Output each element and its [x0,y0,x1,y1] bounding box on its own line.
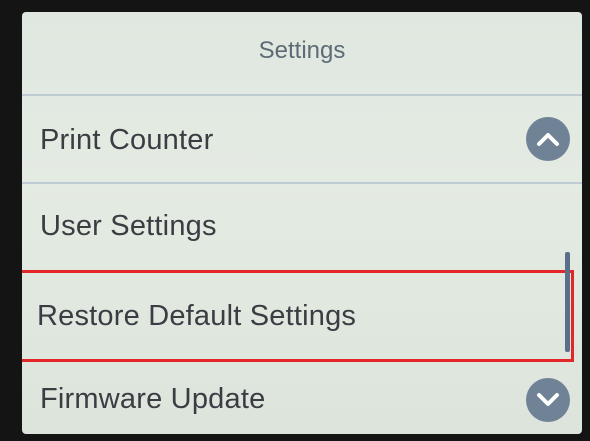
page-title: Settings [258,37,346,64]
menu-item-restore-default-settings[interactable]: Restore Default Settings [22,270,574,362]
menu-item-print-counter[interactable]: Print Counter [22,98,558,182]
menu-item-label: User Settings [40,209,217,242]
scroll-up-button[interactable] [526,117,570,161]
header-divider [22,94,582,96]
scrollbar[interactable] [565,192,570,367]
chevron-down-icon [537,393,559,406]
menu-item-label: Restore Default Settings [37,299,357,332]
lcd-screen: Settings Print Counter User Settings Res… [22,12,582,434]
chevron-up-icon [537,133,559,146]
menu-item-label: Firmware Update [40,382,266,415]
menu-item-firmware-update[interactable]: Firmware Update [22,364,558,434]
screen-header: Settings [22,12,582,96]
scroll-down-button[interactable] [526,378,570,422]
scrollbar-thumb[interactable] [565,252,570,352]
menu-item-user-settings[interactable]: User Settings [22,184,558,268]
device-bezel: Settings Print Counter User Settings Res… [0,0,590,441]
menu-item-label: Print Counter [40,123,214,156]
